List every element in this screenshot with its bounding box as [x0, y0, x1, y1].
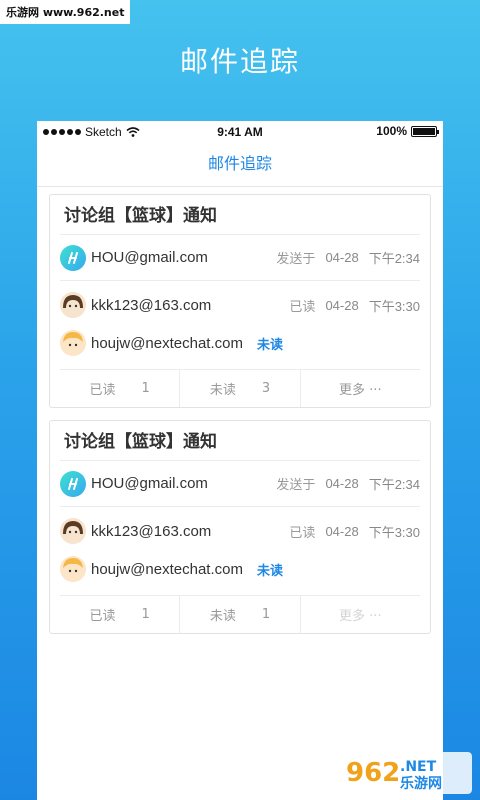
- logo-text: 乐游网: [400, 775, 442, 792]
- watermark-logo: 962 .NET 乐游网: [340, 752, 472, 794]
- recipient-email: kkk123@163.com: [91, 522, 212, 540]
- mail-card[interactable]: 讨论组【篮球】通知 HOU@gmail.com 发送于 04-28 下午2:34: [49, 194, 431, 408]
- sender-email: HOU@gmail.com: [91, 249, 208, 266]
- unread-label: 未读: [209, 383, 236, 398]
- sender-status: 发送于: [276, 477, 316, 492]
- unread-count-button[interactable]: 未读 3: [180, 370, 301, 407]
- recipient-row[interactable]: kkk123@163.com 已读 04-28 下午3:30: [60, 286, 420, 324]
- more-label: 更多 ···: [339, 383, 382, 398]
- read-label: 已读: [89, 383, 116, 398]
- recipient-date: 04-28: [325, 297, 359, 313]
- more-button[interactable]: 更多 ···: [301, 596, 420, 633]
- mail-card[interactable]: 讨论组【篮球】通知 HOU@gmail.com 发送于 04-28 下午2:34: [49, 420, 431, 634]
- read-count-button[interactable]: 已读 1: [60, 370, 181, 407]
- sender-date: 04-28: [325, 476, 359, 491]
- unread-label: 未读: [209, 609, 236, 624]
- read-count-button[interactable]: 已读 1: [60, 596, 181, 633]
- mail-list: 讨论组【篮球】通知 HOU@gmail.com 发送于 04-28 下午2:34: [37, 187, 443, 634]
- recipient-status: 已读: [289, 298, 316, 314]
- read-count: 1: [141, 381, 150, 396]
- nav-title: 邮件追踪: [37, 143, 443, 187]
- battery-icon: [411, 125, 439, 137]
- girl-avatar-icon: [60, 292, 86, 318]
- battery-percent: 100%: [376, 124, 407, 138]
- logo-number: 962: [346, 758, 400, 788]
- recipient-email: kkk123@163.com: [91, 296, 212, 314]
- recipient-status-unread: 未读: [256, 336, 283, 352]
- mail-subject: 讨论组【篮球】通知: [60, 421, 420, 461]
- more-label: 更多 ···: [339, 609, 382, 624]
- sender-row[interactable]: HOU@gmail.com 发送于 04-28 下午2:34: [60, 235, 420, 281]
- recipient-date: 04-28: [325, 523, 359, 539]
- recipient-row[interactable]: houjw@nextechat.com 未读: [60, 550, 420, 588]
- read-label: 已读: [89, 609, 116, 624]
- recipient-time: 下午3:30: [368, 524, 420, 540]
- phone-screen: Sketch 9:41 AM 100% 邮件追踪 讨论组【篮球】通知 HOU@g…: [37, 121, 443, 800]
- card-footer: 已读 1 未读 1 更多 ···: [60, 595, 420, 633]
- sender-time: 下午2:34: [368, 251, 420, 266]
- recipient-status-unread: 未读: [256, 562, 283, 578]
- recipient-row[interactable]: houjw@nextechat.com 未读: [60, 324, 420, 362]
- recipient-email: houjw@nextechat.com: [91, 560, 243, 578]
- recipient-email: houjw@nextechat.com: [91, 334, 243, 352]
- mail-subject: 讨论组【篮球】通知: [60, 195, 420, 235]
- sender-email: HOU@gmail.com: [91, 475, 208, 492]
- recipient-status: 已读: [289, 524, 316, 540]
- hou-avatar-icon: [60, 244, 86, 271]
- sender-time: 下午2:34: [368, 477, 420, 492]
- read-count: 1: [141, 607, 150, 622]
- logo-domain: .NET: [400, 759, 437, 775]
- recipient-time: 下午3:30: [368, 298, 420, 314]
- sender-status: 发送于: [276, 251, 316, 266]
- recipient-row[interactable]: kkk123@163.com 已读 04-28 下午3:30: [60, 512, 420, 550]
- sender-date: 04-28: [325, 250, 359, 265]
- sender-row[interactable]: HOU@gmail.com 发送于 04-28 下午2:34: [60, 461, 420, 507]
- more-button[interactable]: 更多 ···: [301, 370, 420, 407]
- card-footer: 已读 1 未读 3 更多 ···: [60, 369, 420, 407]
- unread-count-button[interactable]: 未读 1: [180, 596, 301, 633]
- hou-avatar-icon: [60, 470, 86, 497]
- status-bar: Sketch 9:41 AM 100%: [37, 121, 443, 143]
- girl-avatar-icon: [60, 518, 86, 544]
- boy-avatar-icon: [60, 330, 86, 356]
- unread-count: 1: [261, 607, 271, 622]
- watermark-top: 乐游网 www.962.net: [0, 0, 131, 24]
- hero-title: 邮件追踪: [179, 45, 300, 78]
- unread-count: 3: [261, 381, 271, 396]
- boy-avatar-icon: [60, 556, 86, 582]
